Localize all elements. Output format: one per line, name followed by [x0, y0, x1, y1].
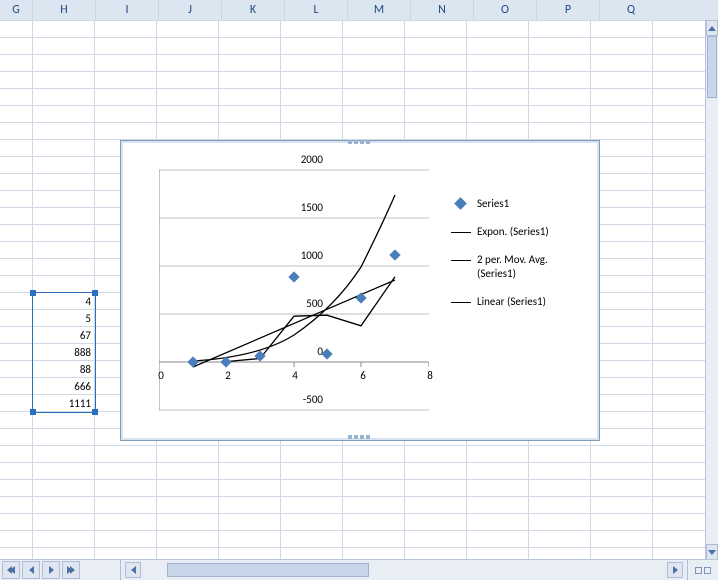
chevron-right-icon: [70, 566, 75, 574]
tab-last-button[interactable]: [62, 561, 80, 579]
cell-value[interactable]: 666: [37, 378, 91, 395]
column-header[interactable]: P: [537, 0, 600, 20]
scroll-thumb[interactable]: [167, 563, 369, 577]
tab-prev-button[interactable]: [22, 561, 40, 579]
line-icon: [451, 260, 471, 261]
cell-value[interactable]: 888: [37, 344, 91, 361]
column-header[interactable]: Q: [600, 0, 662, 20]
embedded-chart[interactable]: 2000 1500 1000 500 0 -500: [120, 140, 600, 441]
x-tick-label: 0: [151, 369, 171, 382]
horizontal-scrollbar: [0, 559, 718, 580]
column-header[interactable]: M: [348, 0, 411, 20]
x-tick-label: 2: [218, 369, 238, 382]
sheet-tab-nav: [0, 560, 121, 580]
cell-value[interactable]: 4: [37, 293, 91, 310]
chevron-left-icon: [10, 566, 15, 574]
x-tick-label: 6: [353, 369, 373, 382]
column-header[interactable]: N: [411, 0, 474, 20]
chevron-down-icon: [708, 550, 716, 555]
cell-value[interactable]: 67: [37, 327, 91, 344]
chevron-right-icon: [673, 566, 678, 574]
cell-grid[interactable]: 4 5 67 888 88 666 1111 2000 1500 1000 50…: [0, 20, 706, 560]
legend-item-linear[interactable]: Linear (Series1): [451, 295, 583, 309]
scroll-right-button[interactable]: [667, 562, 683, 578]
scroll-left-button[interactable]: [125, 562, 141, 578]
column-header-row: G H I J K L M N O P Q: [0, 0, 718, 21]
column-header[interactable]: O: [474, 0, 537, 20]
column-header[interactable]: L: [285, 0, 348, 20]
series-markers: [187, 249, 400, 367]
line-icon: [451, 232, 471, 233]
chevron-left-icon: [29, 566, 34, 574]
tab-first-button[interactable]: [2, 561, 20, 579]
column-header[interactable]: H: [33, 0, 96, 20]
chevron-left-icon: [131, 566, 136, 574]
x-tick-label: 4: [285, 369, 305, 382]
line-icon: [451, 302, 471, 303]
view-buttons: [687, 560, 718, 580]
source-data-selection[interactable]: 4 5 67 888 88 666 1111: [32, 292, 96, 413]
column-header[interactable]: G: [0, 0, 33, 20]
legend-item-series[interactable]: Series1: [451, 197, 583, 211]
chevron-up-icon: [708, 26, 716, 31]
column-header[interactable]: J: [159, 0, 222, 20]
cell-value[interactable]: 88: [37, 361, 91, 378]
cell-value[interactable]: 5: [37, 310, 91, 327]
legend-item-mavg[interactable]: 2 per. Mov. Avg.(Series1): [451, 253, 583, 281]
diamond-icon: [454, 197, 467, 210]
excel-viewport: G H I J K L M N O P Q: [0, 0, 718, 580]
scroll-up-button[interactable]: [706, 20, 718, 36]
cell-value[interactable]: 1111: [37, 395, 91, 412]
chart-resize-handle[interactable]: [347, 140, 373, 146]
column-header[interactable]: I: [96, 0, 159, 20]
chart-resize-handle[interactable]: [347, 435, 373, 441]
chart-legend[interactable]: Series1 Expon. (Series1) 2 per. Mov. Avg…: [451, 189, 583, 323]
chevron-right-icon: [49, 566, 54, 574]
scroll-thumb[interactable]: [707, 36, 717, 98]
tab-next-button[interactable]: [42, 561, 60, 579]
scroll-down-button[interactable]: [706, 544, 718, 560]
hscroll-track[interactable]: [121, 560, 687, 580]
view-normal-button[interactable]: [695, 567, 702, 574]
vertical-scrollbar[interactable]: [705, 20, 718, 560]
x-tick-label: 8: [420, 369, 440, 382]
view-layout-button[interactable]: [704, 567, 711, 574]
legend-item-expon[interactable]: Expon. (Series1): [451, 225, 583, 239]
column-header[interactable]: K: [222, 0, 285, 20]
